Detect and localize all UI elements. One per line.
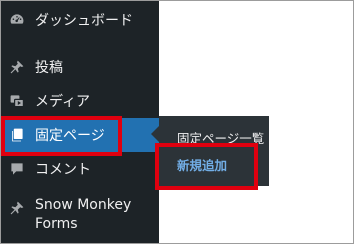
sidebar-item-posts[interactable]: 投稿 xyxy=(1,50,159,84)
pages-flyout-submenu: 固定ページ一覧 新規追加 xyxy=(159,116,269,186)
sidebar-item-pages[interactable]: 固定ページ xyxy=(1,118,159,152)
submenu-item-add-new[interactable]: 新規追加 xyxy=(177,155,287,174)
pages-icon xyxy=(12,128,23,142)
sidebar-item-snow-monkey-forms[interactable]: Snow Monkey Forms xyxy=(1,194,159,238)
sidebar-item-label: ダッシュボード xyxy=(35,13,133,29)
sidebar-item-media[interactable]: メディア xyxy=(1,84,159,118)
submenu-item-all-pages[interactable]: 固定ページ一覧 xyxy=(177,128,287,147)
pin-icon xyxy=(10,201,24,215)
sidebar-item-label: 固定ページ xyxy=(35,128,105,144)
sidebar-item-label: メディア xyxy=(35,94,91,110)
submenu-pointer xyxy=(151,126,159,142)
sidebar-item-label: コメント xyxy=(35,162,91,178)
sidebar-item-comments[interactable]: コメント xyxy=(1,152,159,186)
sidebar-item-label: Snow Monkey Forms xyxy=(35,197,132,232)
pin-icon xyxy=(10,60,24,74)
admin-sidebar: ダッシュボード 投稿 メディア 固定ページ コメント Snow Monkey F… xyxy=(1,1,159,243)
media-icon xyxy=(10,95,24,108)
comment-icon xyxy=(11,163,23,175)
sidebar-item-dashboard[interactable]: ダッシュボード xyxy=(1,3,159,37)
sidebar-item-label: 投稿 xyxy=(35,60,63,76)
dashboard-icon xyxy=(10,14,24,24)
